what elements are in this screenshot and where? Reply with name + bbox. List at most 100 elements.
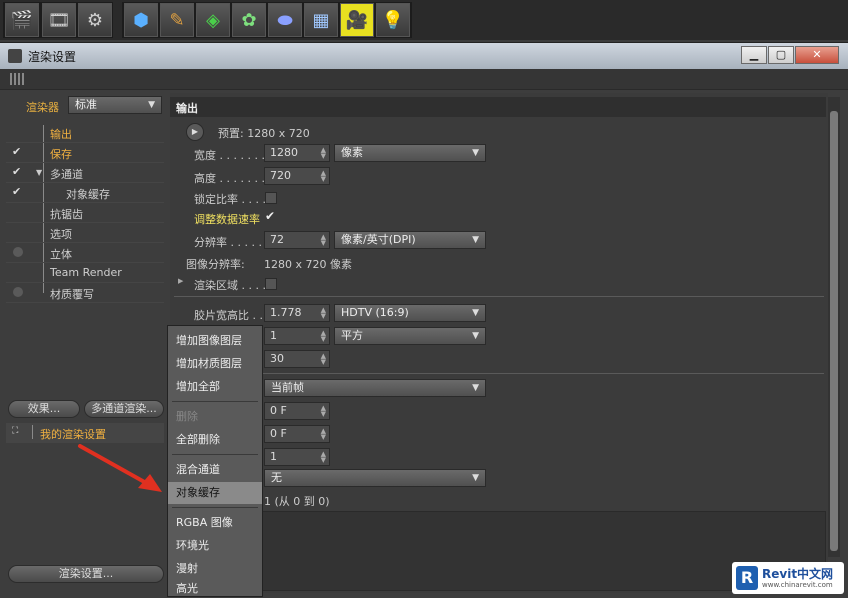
renderer-label: 渲染器 <box>26 101 59 114</box>
check-icon[interactable]: ✔ <box>12 145 24 158</box>
renderer-dropdown[interactable]: 标准 ▼ <box>68 96 162 114</box>
sidebar-item-stereo[interactable]: 立体 <box>6 243 164 263</box>
menu-item-diffuse[interactable]: 漫射 <box>168 558 262 580</box>
frame-start-input[interactable]: 0 F ▲ ▼ <box>264 402 330 420</box>
resolution-unit-dropdown[interactable]: 像素/英寸(DPI) ▼ <box>334 231 486 249</box>
effects-button[interactable]: 效果... <box>8 400 80 418</box>
preset-list-row[interactable]: ⛶ 我的渲染设置 <box>6 423 164 443</box>
render-region-label: 渲染区域 . . . . <box>194 279 266 292</box>
menu-separator <box>172 507 258 508</box>
menu-item-add-material-layer[interactable]: 增加材质图层 <box>168 353 262 375</box>
frame-rate-input[interactable]: 30 ▲ ▼ <box>264 350 330 368</box>
adjust-rate-check-icon[interactable]: ✔ <box>265 209 275 223</box>
toggle-dot-icon[interactable] <box>13 287 23 297</box>
expand-arrow-icon[interactable]: ▶ <box>178 277 183 285</box>
menu-item-rgba-image[interactable]: RGBA 图像 <box>168 512 262 534</box>
pixel-aspect-dropdown[interactable]: 平方 ▼ <box>334 327 486 345</box>
spinner-icon[interactable]: ▲ ▼ <box>321 234 326 247</box>
deformer-icon[interactable]: ⬬ <box>268 3 302 37</box>
menu-item-add-all[interactable]: 增加全部 <box>168 376 262 398</box>
film-aspect-dropdown[interactable]: HDTV (16:9) ▼ <box>334 304 486 322</box>
sidebar-item-label: 选项 <box>50 228 72 241</box>
notes-area[interactable] <box>174 511 826 591</box>
render-view-icon[interactable]: 🎬 <box>5 3 39 37</box>
spinner-icon[interactable]: ▲ ▼ <box>321 170 326 183</box>
lock-ratio-checkbox[interactable] <box>265 192 277 204</box>
context-menu: 增加图像图层 增加材质图层 增加全部 删除 全部删除 混合通道 对象缓存 RGB… <box>167 325 263 597</box>
sidebar-item-multipass[interactable]: ✔ ▼ 多通道 <box>6 163 164 183</box>
sidebar-item-antialiasing[interactable]: 抗锯齿 <box>6 203 164 223</box>
menu-separator <box>172 401 258 402</box>
chevron-down-icon: ▼ <box>472 235 479 245</box>
frame-range-dropdown[interactable]: 当前帧 ▼ <box>264 379 486 397</box>
check-icon[interactable]: ✔ <box>12 185 24 198</box>
pixel-aspect-input[interactable]: 1 ▲ ▼ <box>264 327 330 345</box>
grip-icon[interactable] <box>10 73 24 85</box>
sidebar-item-label: 输出 <box>50 128 72 141</box>
renderer-value: 标准 <box>75 98 97 111</box>
menu-item-add-image-layer[interactable]: 增加图像图层 <box>168 330 262 352</box>
menu-item-delete-all[interactable]: 全部删除 <box>168 429 262 451</box>
check-icon[interactable]: ✔ <box>12 165 24 178</box>
close-button[interactable]: ✕ <box>795 46 839 64</box>
menu-item-blend-channel[interactable]: 混合通道 <box>168 459 262 481</box>
width-unit-value: 像素 <box>341 146 363 159</box>
spinner-icon[interactable]: ▲ ▼ <box>321 353 326 366</box>
render-settings-button[interactable]: 渲染设置... <box>8 565 164 583</box>
array-icon[interactable]: ✿ <box>232 3 266 37</box>
film-aspect-preset: HDTV (16:9) <box>341 306 409 319</box>
sidebar-item-options[interactable]: 选项 <box>6 223 164 243</box>
expand-arrow-icon[interactable]: ▼ <box>36 168 42 177</box>
preset-label[interactable]: 预置: 1280 x 720 <box>218 125 310 141</box>
width-unit-dropdown[interactable]: 像素 ▼ <box>334 144 486 162</box>
toggle-dot-icon[interactable] <box>13 247 23 257</box>
sidebar-item-team-render[interactable]: Team Render <box>6 263 164 283</box>
light-icon[interactable]: 💡 <box>376 3 410 37</box>
spinner-icon[interactable]: ▲ ▼ <box>321 330 326 343</box>
render-settings-window: 渲染设置 ▁ ▢ ✕ 渲染器 标准 ▼ 输出 ✔ 保存 ✔ ▼ 多通道 ✔ 对象… <box>0 42 848 598</box>
spinner-icon[interactable]: ▲ ▼ <box>321 428 326 441</box>
cube-icon[interactable]: ⬢ <box>124 3 158 37</box>
frame-step-input[interactable]: 1 ▲ ▼ <box>264 448 330 466</box>
image-resolution-value: 1280 x 720 像素 <box>264 258 352 271</box>
resolution-input[interactable]: 72 ▲ ▼ <box>264 231 330 249</box>
subdivision-icon[interactable]: ◈ <box>196 3 230 37</box>
scrollbar-thumb[interactable] <box>830 111 838 551</box>
vertical-scrollbar[interactable] <box>828 97 840 557</box>
spinner-icon[interactable]: ▲ ▼ <box>321 405 326 418</box>
width-input[interactable]: 1280 ▲ ▼ <box>264 144 330 162</box>
height-input[interactable]: 720 ▲ ▼ <box>264 167 330 185</box>
menu-item-ambient[interactable]: 环境光 <box>168 535 262 557</box>
output-settings-panel: 输出 ▶ 预置: 1280 x 720 宽度 . . . . . . . . 1… <box>170 93 828 593</box>
menu-item-delete[interactable]: 删除 <box>168 406 262 428</box>
spinner-icon[interactable]: ▲ ▼ <box>321 147 326 160</box>
preset-play-icon[interactable]: ▶ <box>186 123 204 141</box>
lock-ratio-label: 锁定比率 . . . . <box>194 193 266 206</box>
render-region-checkbox[interactable] <box>265 278 277 290</box>
sidebar-item-save[interactable]: ✔ 保存 <box>6 143 164 163</box>
sidebar-item-label: 立体 <box>50 248 72 261</box>
multipass-render-button[interactable]: 多通道渲染... <box>84 400 164 418</box>
maximize-button[interactable]: ▢ <box>768 46 794 64</box>
render-picture-viewer-icon[interactable]: 🎞 <box>42 3 76 37</box>
floor-icon[interactable]: ▦ <box>304 3 338 37</box>
spinner-icon[interactable]: ▲ ▼ <box>321 451 326 464</box>
menu-item-specular[interactable]: 高光 <box>168 581 262 596</box>
chevron-down-icon: ▼ <box>472 383 479 393</box>
height-value: 720 <box>270 169 291 182</box>
spinner-icon[interactable]: ▲ ▼ <box>321 307 326 320</box>
render-settings-icon[interactable]: ⚙ <box>78 3 112 37</box>
frame-rate-value: 30 <box>270 352 284 365</box>
sidebar-item-output[interactable]: 输出 <box>6 123 164 143</box>
minimize-button[interactable]: ▁ <box>741 46 767 64</box>
field-mode-dropdown[interactable]: 无 ▼ <box>264 469 486 487</box>
image-resolution-label: 图像分辨率: <box>186 258 245 271</box>
camera-icon[interactable]: 🎥 <box>340 3 374 37</box>
frame-end-input[interactable]: 0 F ▲ ▼ <box>264 425 330 443</box>
menu-item-object-buffer[interactable]: 对象缓存 <box>168 482 262 504</box>
sidebar-item-material-override[interactable]: 材质覆写 <box>6 283 164 303</box>
film-aspect-input[interactable]: 1.778 ▲ ▼ <box>264 304 330 322</box>
pen-icon[interactable]: ✎ <box>160 3 194 37</box>
window-icon <box>8 49 22 63</box>
sidebar-item-object-buffer[interactable]: ✔ 对象缓存 <box>6 183 164 203</box>
